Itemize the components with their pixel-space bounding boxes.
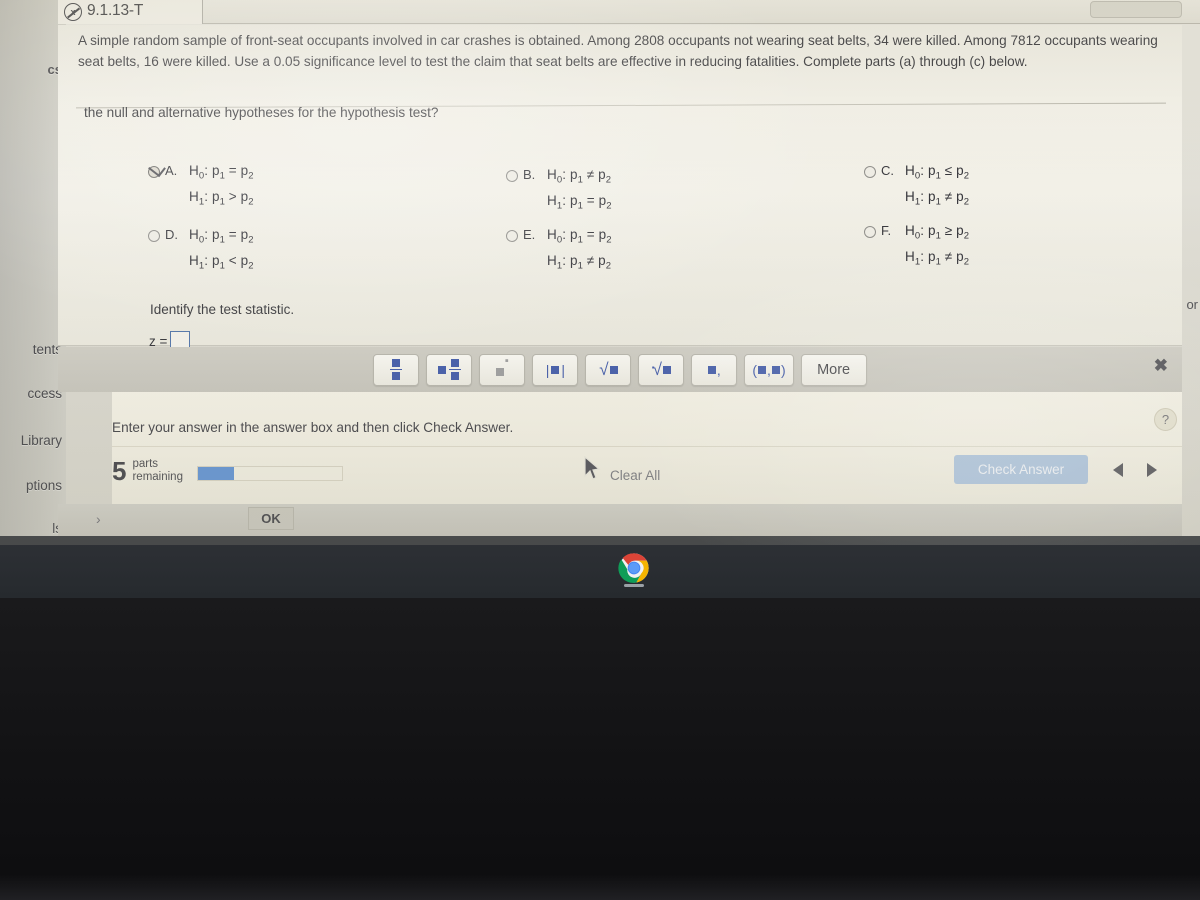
option-B-radio[interactable] xyxy=(506,170,518,182)
nth-root-button[interactable]: ▪ √ xyxy=(638,353,685,386)
subscript-comma-button[interactable]: , xyxy=(691,353,738,386)
sidebar-item-tools[interactable]: ls xyxy=(0,521,66,536)
progress-bar-fill xyxy=(198,467,234,480)
chrome-icon[interactable] xyxy=(618,552,650,584)
os-bottom-strip: › OK xyxy=(58,504,1182,536)
close-icon[interactable]: ✖ xyxy=(1154,357,1168,374)
option-A[interactable]: A. H0: p1 = p2 H1: p1 > p2 xyxy=(148,163,478,207)
offscreen-text-fragment: or xyxy=(1186,297,1198,312)
parts-remaining-label-1: parts xyxy=(132,458,159,470)
option-E-radio[interactable] xyxy=(506,230,518,242)
fraction-button[interactable] xyxy=(373,353,420,386)
parts-remaining: 5 parts remaining xyxy=(112,458,183,484)
chrome-active-indicator xyxy=(624,584,644,587)
no-calculator-icon: x xyxy=(64,3,82,21)
sidebar-item-options[interactable]: ptions xyxy=(0,478,66,493)
tab-exercise-9-1-13-T[interactable]: x 9.1.13-T xyxy=(58,0,203,24)
square-root-button[interactable]: √ xyxy=(585,353,632,386)
math-palette-toolbar[interactable]: ▪ | | √ ▪ √ , (,) More ✖ xyxy=(58,347,1182,392)
question-panel: A simple random sample of front-seat occ… xyxy=(58,25,1182,370)
option-E[interactable]: E. H0: p1 = p2 H1: p1 ≠ p2 xyxy=(506,227,836,271)
option-B-h1: H1: p1 = p2 xyxy=(547,192,612,212)
next-part-button[interactable] xyxy=(1136,455,1168,484)
option-E-h1: H1: p1 ≠ p2 xyxy=(547,252,612,272)
progress-bar xyxy=(197,466,343,481)
sidebar-item-statistics[interactable]: cs xyxy=(0,62,66,77)
option-C-letter: C. xyxy=(881,163,894,178)
option-C-h1: H1: p1 ≠ p2 xyxy=(905,188,970,208)
ok-button[interactable]: OK xyxy=(248,507,294,530)
sidebar-item-access[interactable]: ccess xyxy=(0,386,66,401)
help-icon[interactable]: ? xyxy=(1154,408,1177,431)
exercise-tab-strip: x 9.1.13-T xyxy=(58,0,1200,24)
option-F-letter: F. xyxy=(881,223,892,238)
option-D-radio[interactable] xyxy=(148,230,160,242)
check-answer-button[interactable]: Check Answer xyxy=(954,455,1088,484)
sidebar-item-contents[interactable]: tents xyxy=(0,342,66,357)
option-B[interactable]: B. H0: p1 ≠ p2 H1: p1 = p2 xyxy=(506,167,836,211)
previous-part-button[interactable] xyxy=(1102,455,1134,484)
option-F-radio[interactable] xyxy=(864,226,876,238)
course-sidebar[interactable]: cs tents ccess Library ptions ls xyxy=(0,0,66,545)
parts-remaining-count: 5 xyxy=(112,456,127,486)
exercise-footer: Enter your answer in the answer box and … xyxy=(112,392,1182,504)
option-C[interactable]: C. H0: p1 ≤ p2 H1: p1 ≠ p2 xyxy=(864,163,1194,207)
mixed-number-button[interactable] xyxy=(426,353,473,386)
footer-instruction: Enter your answer in the answer box and … xyxy=(112,420,514,435)
option-D[interactable]: D. H0: p1 = p2 H1: p1 < p2 xyxy=(148,227,478,271)
question-sub-prompt: the null and alternative hypotheses for … xyxy=(84,105,439,120)
question-body-text: A simple random sample of front-seat occ… xyxy=(78,33,1158,69)
option-F[interactable]: F. H0: p1 ≥ p2 H1: p1 ≠ p2 xyxy=(864,223,1194,267)
option-F-h0: H0: p1 ≥ p2 xyxy=(905,223,970,242)
more-palette-button[interactable]: More xyxy=(800,353,867,386)
option-A-h1: H1: p1 > p2 xyxy=(189,188,254,208)
option-A-h0: H0: p1 = p2 xyxy=(189,163,254,182)
absolute-value-button[interactable]: | | xyxy=(532,353,579,386)
clear-all-button[interactable]: Clear All xyxy=(610,468,660,483)
desk-surface xyxy=(0,598,1200,900)
option-E-letter: E. xyxy=(523,227,536,242)
option-D-h0: H0: p1 = p2 xyxy=(189,227,254,246)
option-B-h0: H0: p1 ≠ p2 xyxy=(547,167,612,186)
option-D-letter: D. xyxy=(165,227,178,242)
option-B-letter: B. xyxy=(523,167,536,182)
hypothesis-options-group[interactable]: A. H0: p1 = p2 H1: p1 > p2 B. H0: p1 ≠ p… xyxy=(148,163,1168,288)
sidebar-item-library[interactable]: Library xyxy=(0,433,66,448)
option-A-radio[interactable] xyxy=(148,166,160,178)
mouse-cursor xyxy=(584,456,601,480)
exponent-button[interactable]: ▪ xyxy=(479,353,526,386)
footer-divider xyxy=(112,446,1182,447)
tab-strip-corner-control[interactable] xyxy=(1090,1,1182,18)
parts-remaining-label-2: remaining xyxy=(132,471,183,483)
option-A-letter: A. xyxy=(165,163,178,178)
os-taskbar[interactable] xyxy=(0,536,1200,598)
monitor-screen-area: cs tents ccess Library ptions ls x 9.1.1… xyxy=(0,0,1200,545)
chevron-right-icon[interactable]: › xyxy=(96,511,101,527)
tab-title: 9.1.13-T xyxy=(87,2,144,19)
ordered-pair-button[interactable]: (,) xyxy=(744,353,794,386)
option-F-h1: H1: p1 ≠ p2 xyxy=(905,248,970,268)
option-E-h0: H0: p1 = p2 xyxy=(547,227,612,246)
option-D-h1: H1: p1 < p2 xyxy=(189,252,254,272)
option-C-h0: H0: p1 ≤ p2 xyxy=(905,163,970,182)
option-C-radio[interactable] xyxy=(864,166,876,178)
test-statistic-label: Identify the test statistic. xyxy=(150,302,295,317)
